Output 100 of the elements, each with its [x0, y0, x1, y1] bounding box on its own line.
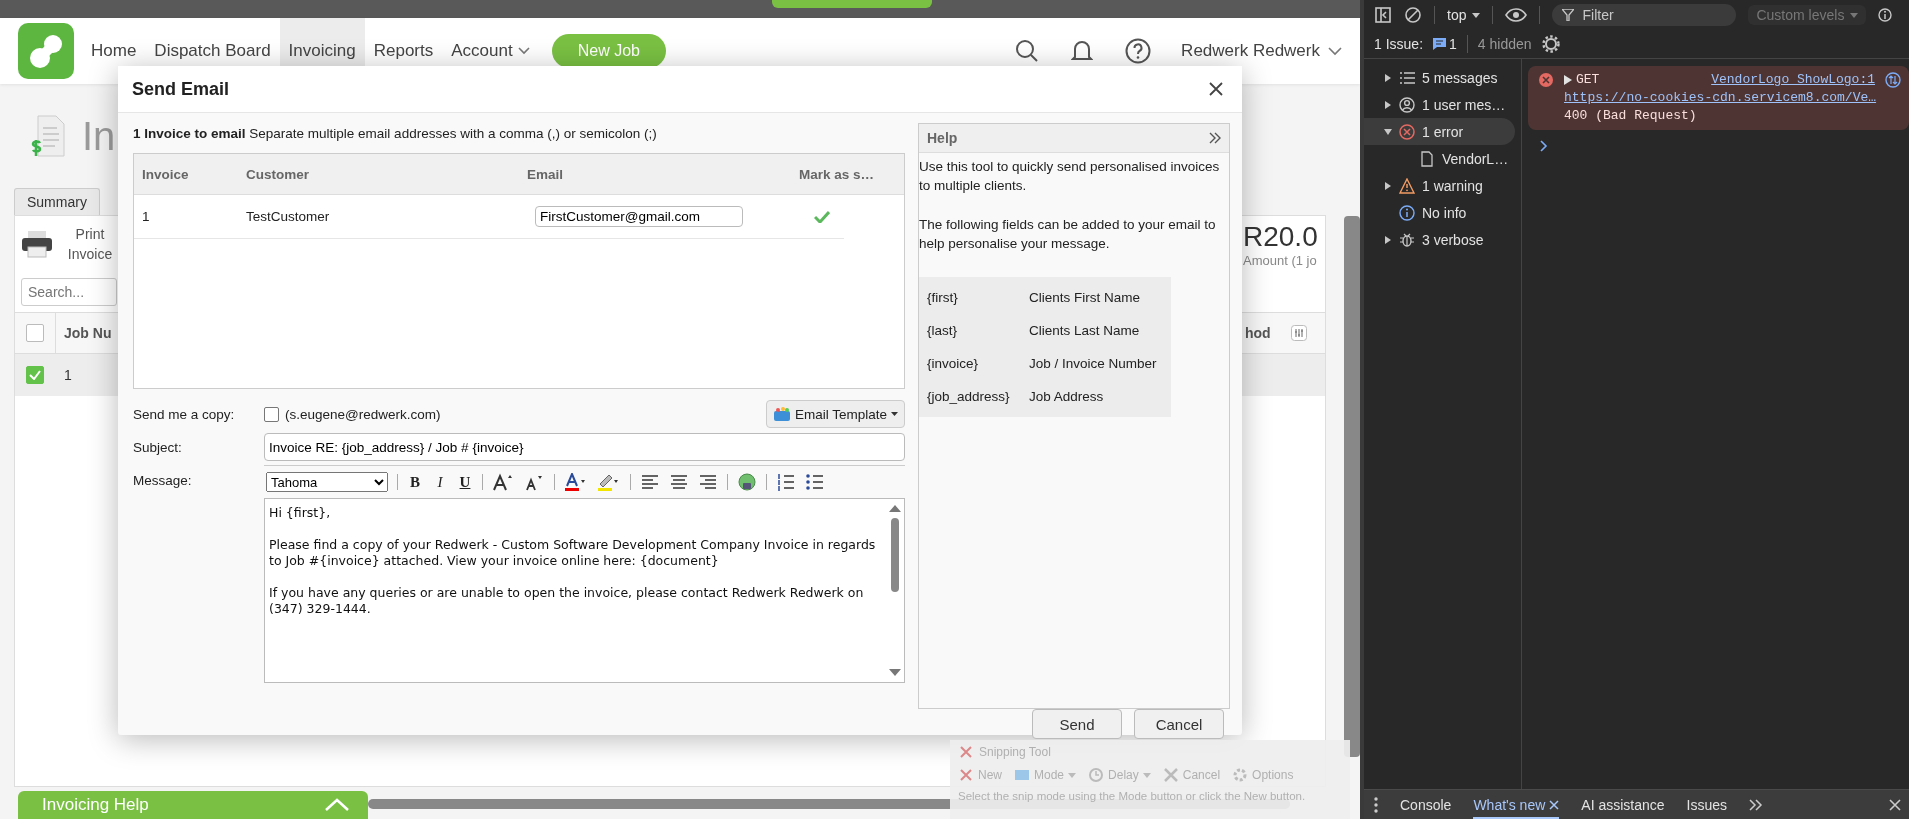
request-method: GET [1576, 71, 1600, 89]
column-header: Invoice [141, 166, 190, 182]
sidebar-item[interactable]: 3 verbose [1364, 226, 1515, 253]
sidebar-item[interactable]: No info [1364, 199, 1515, 226]
table-cell-text: TestCustomer [245, 209, 331, 224]
font-size-up-icon[interactable] [492, 473, 514, 491]
search-field[interactable]: Search... [21, 278, 117, 306]
table-cell-text: 1 [141, 209, 151, 224]
table-cell-text: {job_address} [926, 388, 1011, 406]
email-field[interactable]: FirstCustomer@gmail.com [535, 206, 743, 227]
sidebar-item[interactable]: 1 error [1364, 118, 1515, 145]
align-right-icon[interactable] [698, 473, 718, 491]
tab[interactable]: Console [1400, 790, 1452, 819]
align-left-icon[interactable] [640, 473, 660, 491]
field-label: Send me a copy: [133, 406, 236, 422]
file-icon [1419, 150, 1435, 167]
tab[interactable]: AI assistance [1581, 790, 1665, 819]
bug-icon [1399, 231, 1415, 248]
chevron-down-icon [517, 47, 530, 55]
hint-text: Select the snip mode using the Mode button or click the New button. [958, 789, 1307, 803]
subject-field[interactable]: Invoice RE: {job_address} / Job # {invoice} [264, 433, 905, 461]
send-button[interactable]: Send [1032, 709, 1122, 739]
column-settings-icon[interactable] [1290, 325, 1307, 341]
clock-icon [1088, 767, 1105, 783]
underline-button[interactable]: U [457, 473, 473, 491]
total-caption: Amount (1 jo [1243, 252, 1318, 268]
context-dropdown[interactable]: top [1447, 7, 1481, 23]
caret-icon [1472, 12, 1481, 18]
bold-button[interactable]: B [407, 473, 423, 491]
dialog-title: Send Email [132, 78, 230, 100]
invoice-dollar-icon [30, 114, 66, 158]
italic-button[interactable]: I [432, 473, 448, 491]
globe-icon[interactable] [737, 473, 757, 491]
expand-triangle-icon[interactable] [1564, 75, 1572, 85]
warning-icon [1399, 177, 1415, 194]
chevron-down-icon [1328, 46, 1342, 56]
table-cell-text: 1 [63, 367, 72, 383]
close-icon[interactable] [1208, 81, 1224, 97]
cancel-button[interactable]: Cancel [1134, 709, 1224, 739]
search-icon[interactable] [1015, 39, 1040, 63]
checkbox[interactable] [26, 324, 44, 342]
more-tabs-icon[interactable] [1749, 798, 1764, 811]
bell-icon[interactable] [1071, 39, 1094, 63]
tab[interactable]: Issues [1686, 790, 1728, 819]
column-header: Mark as s… [798, 166, 876, 182]
eye-icon[interactable] [1505, 8, 1528, 22]
list-icon [1399, 69, 1415, 86]
align-center-icon[interactable] [669, 473, 689, 491]
table-cell-text: Job Address [1028, 388, 1105, 406]
bullet-list-icon[interactable] [805, 473, 825, 491]
url-link[interactable]: https://no-cookies-cdn.servicem8.com/Ve… [1564, 90, 1877, 105]
table-cell-text: Job / Invoice Number [1028, 355, 1158, 373]
network-icon[interactable] [1885, 72, 1901, 88]
checkbox[interactable] [26, 366, 44, 384]
scrollbar[interactable] [891, 518, 899, 592]
error-icon [1538, 72, 1554, 88]
settings-icon[interactable] [1541, 35, 1560, 53]
rectangle-icon [1014, 767, 1030, 783]
tab[interactable]: What's new [1473, 790, 1560, 819]
caret-right-icon[interactable] [1384, 100, 1392, 109]
sidebar-item[interactable]: 5 messages [1364, 64, 1515, 91]
page-title: In [82, 113, 116, 159]
sidebar-item[interactable]: 1 user mes… [1364, 91, 1515, 118]
error-icon [1399, 123, 1415, 140]
issues-count[interactable]: 1 [1433, 36, 1457, 52]
scroll-down-icon[interactable] [889, 669, 901, 676]
column-header: Job Nu [63, 325, 112, 341]
email-address: (s.eugene@redwerk.com) [285, 406, 441, 422]
sidebar-item[interactable]: VendorL… [1364, 145, 1515, 172]
caret-right-icon[interactable] [1384, 73, 1392, 82]
sidebar-item[interactable]: 1 warning [1364, 172, 1515, 199]
caret-right-icon[interactable] [1384, 235, 1392, 244]
field-label: Message: [133, 472, 193, 488]
help-icon[interactable] [1125, 38, 1152, 64]
filter-field[interactable]: Filter [1552, 4, 1737, 26]
caret-right-icon[interactable] [1384, 181, 1392, 190]
prompt-icon [1540, 140, 1548, 152]
more-icon[interactable] [1374, 796, 1378, 813]
print-button[interactable]: Print Invoice [21, 224, 121, 264]
numbered-list-icon[interactable] [776, 473, 796, 491]
table-cell-text: Clients Last Name [1028, 322, 1141, 340]
text-color-icon[interactable] [564, 473, 588, 491]
window-title: Snipping Tool [979, 745, 1051, 759]
info-icon[interactable] [1878, 8, 1893, 22]
total-amount: R20.0 [1243, 220, 1319, 253]
tab[interactable]: Summary [14, 188, 100, 215]
scroll-up-icon[interactable] [889, 505, 901, 512]
scrollbar[interactable] [1344, 216, 1360, 757]
font-select[interactable]: Tahoma [266, 472, 388, 492]
clear-icon[interactable] [1404, 6, 1422, 24]
source-link[interactable]: VendorLogo_ShowLogo:1 [1711, 71, 1875, 89]
user-icon [1399, 96, 1415, 113]
dock-side-icon[interactable] [1374, 6, 1392, 24]
checkbox[interactable] [264, 406, 279, 422]
highlight-icon[interactable] [597, 473, 621, 491]
collapse-icon[interactable] [1209, 132, 1221, 144]
email-template-button[interactable]: Email Template [765, 400, 905, 428]
font-size-down-icon[interactable] [523, 473, 545, 491]
caret-down-icon[interactable] [1384, 127, 1392, 136]
caret-icon [891, 412, 898, 416]
